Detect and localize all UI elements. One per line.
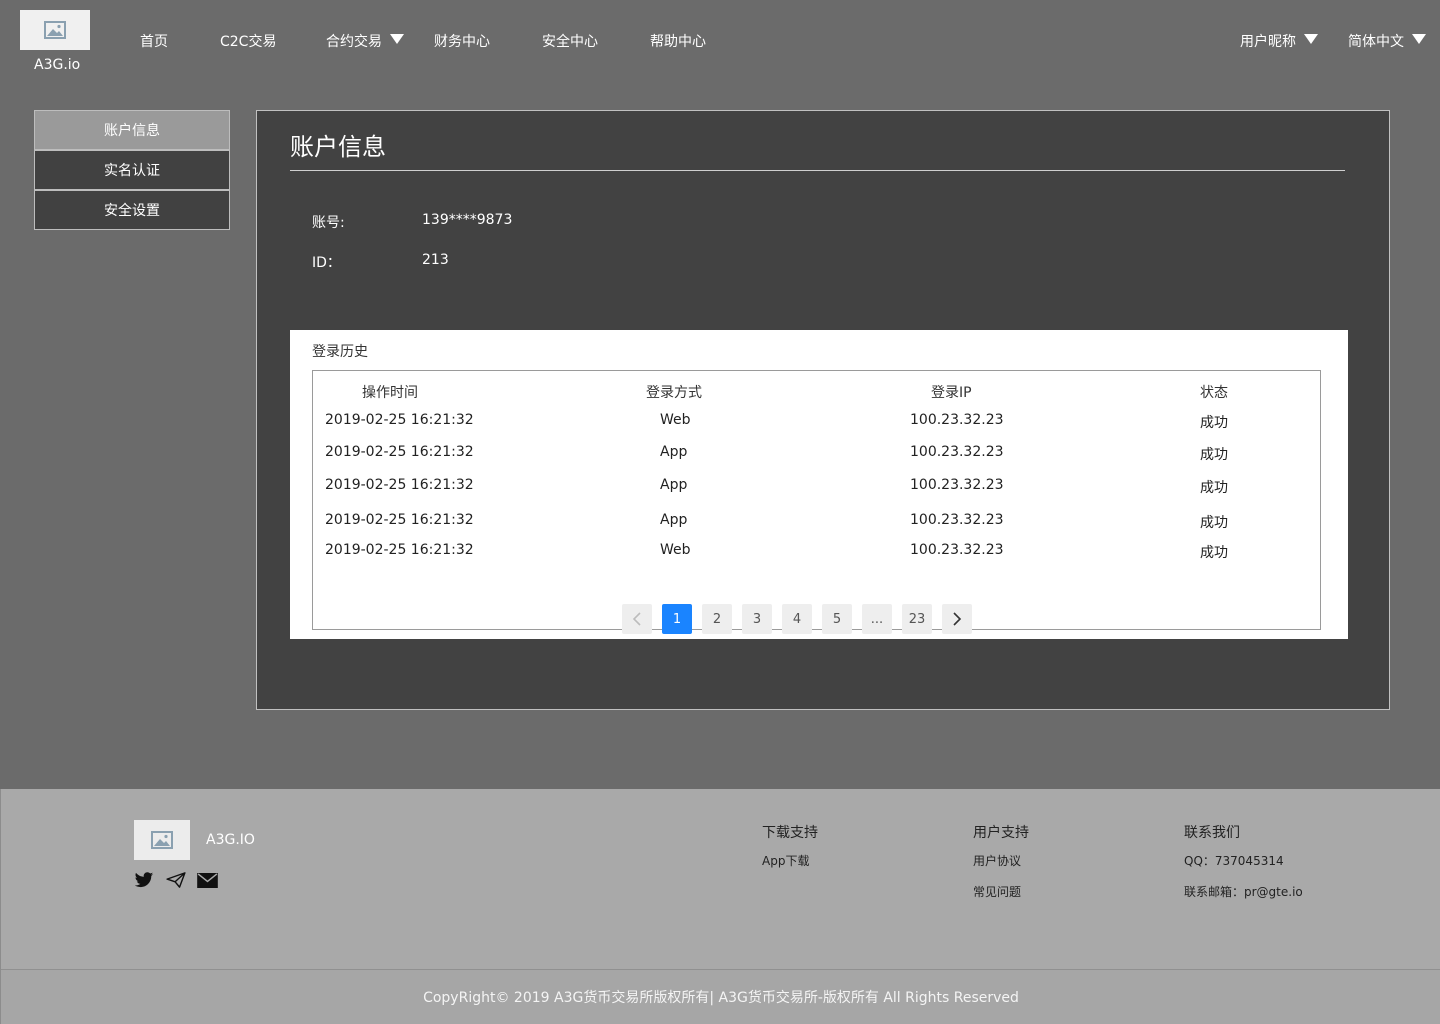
pagination-page-1[interactable]: 1	[662, 604, 692, 634]
cell-ip: 100.23.32.23	[910, 412, 1004, 428]
footer-link-user-agreement[interactable]: 用户协议	[973, 852, 1021, 869]
cell-ip: 100.23.32.23	[910, 512, 1004, 528]
sidebar-item-verification[interactable]: 实名认证	[34, 150, 230, 190]
pagination-next-button[interactable]	[942, 604, 972, 634]
chevron-right-icon	[953, 612, 962, 626]
chevron-left-icon	[632, 612, 641, 626]
account-value: 139****9873	[422, 212, 513, 228]
telegram-icon[interactable]	[165, 871, 187, 889]
site-logo-text: A3G.io	[34, 57, 81, 73]
cell-status: 成功	[1200, 447, 1228, 463]
pagination-page-23[interactable]: 23	[902, 604, 932, 634]
twitter-icon[interactable]	[133, 871, 155, 889]
cell-status: 成功	[1200, 515, 1228, 531]
caret-down-icon	[1412, 34, 1426, 44]
sidebar-item-security-settings[interactable]: 安全设置	[34, 190, 230, 230]
column-header-status: 状态	[1200, 385, 1228, 401]
column-header-method: 登录方式	[646, 385, 702, 401]
account-label: 账号:	[312, 215, 345, 231]
pagination-page-5[interactable]: 5	[822, 604, 852, 634]
footer-logo[interactable]	[134, 820, 190, 860]
id-label: ID：	[312, 255, 341, 271]
pagination-page-4[interactable]: 4	[782, 604, 812, 634]
nav-c2c[interactable]: C2C交易	[220, 31, 276, 51]
footer-copyright: CopyRight© 2019 A3G货币交易所版权所有| A3G货币交易所-版…	[1, 969, 1440, 1024]
cell-status: 成功	[1200, 480, 1228, 496]
cell-ip: 100.23.32.23	[910, 444, 1004, 460]
cell-time: 2019-02-25 16:21:32	[325, 512, 474, 528]
column-header-time: 操作时间	[362, 385, 418, 401]
language-dropdown[interactable]: 简体中文	[1348, 31, 1426, 51]
cell-time: 2019-02-25 16:21:32	[325, 477, 474, 493]
nav-security[interactable]: 安全中心	[542, 31, 598, 51]
login-history-title: 登录历史	[312, 344, 368, 360]
cell-ip: 100.23.32.23	[910, 542, 1004, 558]
cell-status: 成功	[1200, 545, 1228, 561]
nav-finance[interactable]: 财务中心	[434, 31, 490, 51]
caret-down-icon	[1304, 34, 1318, 44]
login-history-card: 登录历史 操作时间 登录方式 登录IP 状态 2019-02-25 16:21:…	[290, 330, 1348, 639]
id-value: 213	[422, 252, 449, 268]
footer-brand: A3G.IO	[206, 832, 255, 848]
site-logo[interactable]	[20, 10, 90, 50]
image-placeholder-icon	[151, 831, 173, 849]
footer-download-title: 下载支持	[762, 825, 818, 841]
user-nickname: 用户昵称	[1240, 34, 1296, 50]
cell-time: 2019-02-25 16:21:32	[325, 542, 474, 558]
site-footer: A3G.IO 下载支持 App下载 用户支持 用户协议 常见问题 联系我们 QQ…	[0, 789, 1440, 1024]
pagination-page-3[interactable]: 3	[742, 604, 772, 634]
cell-method: Web	[660, 412, 691, 428]
page-title: 账户信息	[290, 133, 386, 161]
title-divider	[290, 170, 1345, 171]
cell-method: Web	[660, 542, 691, 558]
user-menu-dropdown[interactable]: 用户昵称	[1240, 31, 1318, 51]
pagination-prev-button[interactable]	[622, 604, 652, 634]
nav-home[interactable]: 首页	[140, 31, 168, 51]
cell-time: 2019-02-25 16:21:32	[325, 412, 474, 428]
nav-contract-label: 合约交易	[326, 34, 382, 50]
footer-link-faq[interactable]: 常见问题	[973, 883, 1021, 900]
nav-help[interactable]: 帮助中心	[650, 31, 706, 51]
cell-method: App	[660, 512, 688, 528]
column-header-ip: 登录IP	[931, 385, 972, 401]
login-history-table: 操作时间 登录方式 登录IP 状态 2019-02-25 16:21:32 We…	[312, 370, 1321, 634]
cell-method: App	[660, 477, 688, 493]
language-label: 简体中文	[1348, 34, 1404, 50]
copyright-text: CopyRight© 2019 A3G货币交易所版权所有| A3G货币交易所-版…	[423, 990, 1019, 1006]
cell-time: 2019-02-25 16:21:32	[325, 444, 474, 460]
footer-contact-email[interactable]: 联系邮箱：pr@gte.io	[1184, 883, 1303, 900]
footer-contact-qq: QQ：737045314	[1184, 854, 1284, 868]
cell-ip: 100.23.32.23	[910, 477, 1004, 493]
sidebar-item-account-info[interactable]: 账户信息	[34, 110, 230, 150]
pagination-ellipsis[interactable]: ...	[862, 604, 892, 634]
footer-link-app-download[interactable]: App下载	[762, 852, 809, 869]
caret-down-icon	[390, 34, 404, 44]
cell-status: 成功	[1200, 415, 1228, 431]
mail-icon[interactable]	[196, 871, 218, 889]
account-info-panel: 账户信息 账号: 139****9873 ID： 213 登录历史 操作时间 登…	[256, 110, 1390, 710]
pagination-page-2[interactable]: 2	[702, 604, 732, 634]
image-placeholder-icon	[44, 21, 66, 39]
footer-contact-title: 联系我们	[1184, 825, 1240, 841]
footer-user-support-title: 用户支持	[973, 825, 1029, 841]
cell-method: App	[660, 444, 688, 460]
nav-contract-dropdown[interactable]: 合约交易	[326, 31, 404, 51]
